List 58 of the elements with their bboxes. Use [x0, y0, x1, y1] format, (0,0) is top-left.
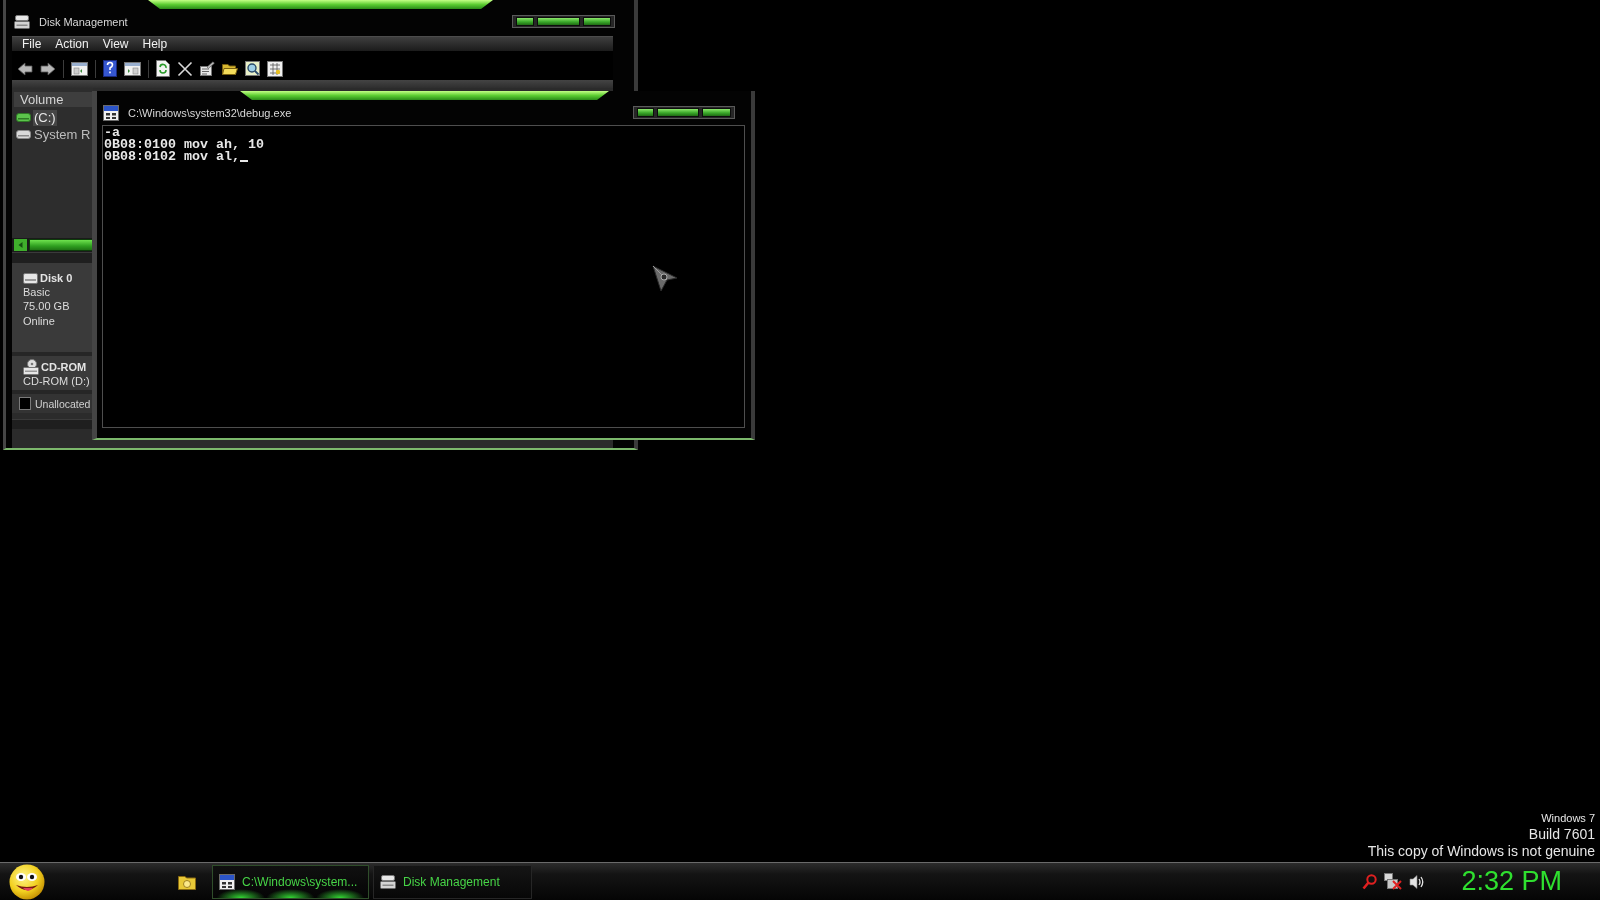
menu-item[interactable]: Help [135, 37, 175, 51]
maximize-button[interactable] [657, 108, 699, 117]
disk-name: CD-ROM [41, 361, 87, 373]
back-arrow-icon[interactable] [17, 60, 33, 77]
drive-stack-icon [14, 13, 30, 30]
disk-detail: Online [23, 313, 56, 328]
minimize-button[interactable] [637, 108, 654, 117]
maximize-button[interactable] [537, 17, 580, 26]
legend-label: Unallocated [35, 397, 91, 410]
folder-icon[interactable] [178, 873, 196, 890]
window-title: C:\Windows\system32\debug.exe [128, 106, 293, 119]
volume-list-item[interactable]: (C:) [33, 109, 57, 126]
minimize-button[interactable] [516, 17, 534, 26]
taskbar-button[interactable]: C:\Windows\system... [212, 864, 369, 899]
menu-item[interactable]: Action [48, 37, 96, 51]
delete-x-icon[interactable] [177, 60, 193, 77]
mouse-pointer-icon [652, 265, 678, 292]
desktop-notice-text: Build 7601 [1528, 826, 1595, 843]
smiley-icon[interactable] [8, 863, 46, 900]
drive-icon [16, 113, 31, 122]
close-button[interactable] [583, 17, 611, 26]
program-window-icon [219, 873, 235, 890]
search-icon[interactable] [1362, 873, 1378, 890]
column-header[interactable]: Volume [14, 92, 93, 107]
cd-drive-icon [23, 359, 39, 375]
taskbar-button[interactable]: Disk Management [373, 864, 532, 899]
forward-arrow-icon[interactable] [40, 60, 56, 77]
drive-icon [16, 130, 31, 139]
window-title: Disk Management [39, 15, 129, 28]
disk-name: Disk 0 [40, 272, 73, 284]
search-icon[interactable] [245, 61, 260, 76]
help-book-icon[interactable] [103, 60, 117, 77]
console-line: -a [104, 127, 120, 139]
disk-detail: 75.00 GB [23, 299, 71, 314]
window-pane-icon[interactable] [124, 60, 141, 77]
disk-drive-icon [23, 272, 38, 284]
close-button[interactable] [702, 108, 731, 117]
program-window-icon [103, 104, 119, 121]
text-cursor-icon [240, 160, 248, 162]
drive-stack-icon [380, 873, 396, 890]
console-line: 0B08:0102 mov al, [104, 151, 240, 163]
refresh-icon[interactable] [156, 60, 170, 77]
clock: 2:32 PM [1461, 866, 1562, 897]
folder-icon[interactable] [222, 61, 238, 76]
volume-list-item[interactable]: System R [33, 126, 92, 143]
window-pane-icon[interactable] [71, 60, 88, 77]
network-error-icon[interactable] [1384, 873, 1403, 890]
grid-page-icon[interactable] [267, 60, 283, 77]
speaker-icon[interactable] [1409, 873, 1426, 890]
console-line: 0B08:0100 mov ah, 10 [104, 139, 264, 151]
disk-detail: CD-ROM (D:) [23, 374, 91, 389]
menu-item[interactable]: View [95, 37, 136, 51]
properties-icon[interactable] [200, 61, 215, 76]
disk-detail: Basic [23, 285, 51, 300]
scrollbar-thumb[interactable] [29, 239, 93, 251]
desktop-notice-text: This copy of Windows is not genuine [1367, 843, 1595, 860]
menu-item[interactable]: File [15, 37, 49, 51]
desktop-notice-text: Windows 7 [1541, 811, 1595, 826]
